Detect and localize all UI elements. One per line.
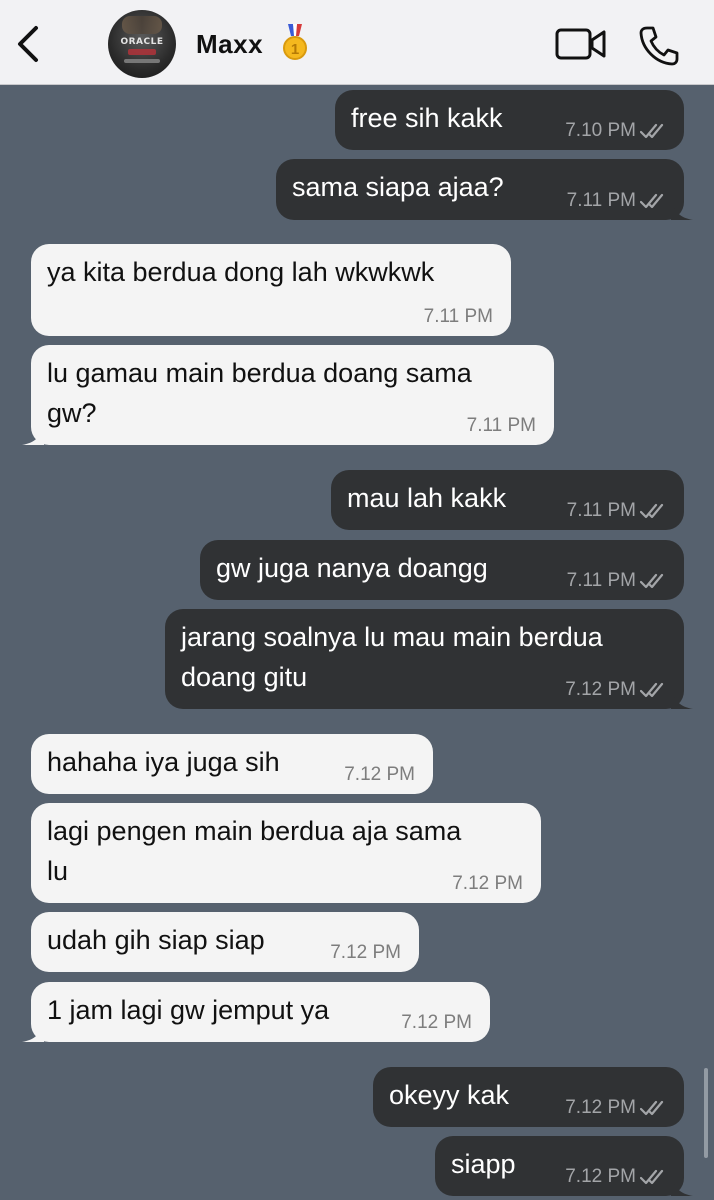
message-time: 7.12 PM: [565, 679, 636, 700]
message-time: 7.12 PM: [330, 942, 401, 963]
message-bubble-incoming[interactable]: lu gamau main berdua doang sama gw? 7.11…: [22, 345, 554, 445]
message-time: 7.12 PM: [565, 1166, 636, 1187]
message-meta: 7.12 PM: [452, 873, 523, 895]
message-time: 7.10 PM: [565, 120, 636, 141]
message-text: lu gamau main berdua doang sama gw?: [47, 358, 472, 428]
message-bubble-incoming[interactable]: lagi pengen main berdua aja sama lu 7.12…: [31, 803, 541, 903]
chevron-left-icon: [18, 26, 38, 62]
message-meta: 7.11 PM: [567, 570, 668, 592]
bubble-tail: [22, 423, 44, 445]
bubble-tail: [671, 198, 693, 220]
message-bubble-outgoing[interactable]: okeyy kak 7.12 PM: [373, 1067, 684, 1127]
avatar-text: ORACLE: [120, 37, 164, 47]
message-meta: 7.12 PM: [565, 1166, 668, 1188]
message-bubble-incoming[interactable]: hahaha iya juga sih 7.12 PM: [31, 734, 433, 794]
chat-header: ORACLE Maxx 1: [0, 0, 714, 85]
message-meta: 7.12 PM: [344, 764, 415, 786]
message-bubble-outgoing[interactable]: mau lah kakk 7.11 PM: [331, 470, 684, 530]
message-bubble-outgoing[interactable]: gw juga nanya doangg 7.11 PM: [200, 540, 684, 600]
message-meta: 7.11 PM: [567, 500, 668, 522]
message-text: ya kita berdua dong lah wkwkwk: [47, 257, 435, 287]
message-time: 7.11 PM: [566, 570, 636, 591]
message-meta: 7.12 PM: [565, 679, 668, 701]
read-receipt-icon: [640, 1100, 664, 1116]
gold-medal-icon: 1: [283, 24, 307, 60]
message-bubble-outgoing[interactable]: sama siapa ajaa? 7.11 PM: [276, 159, 693, 220]
message-time: 7.11 PM: [466, 415, 536, 436]
message-bubble-outgoing[interactable]: siapp 7.12 PM: [435, 1136, 693, 1196]
read-receipt-icon: [640, 123, 664, 139]
message-time: 7.12 PM: [565, 1097, 636, 1118]
bubble-tail: [22, 1020, 44, 1042]
back-button[interactable]: [12, 24, 44, 64]
message-time: 7.12 PM: [344, 764, 415, 785]
read-receipt-icon: [640, 503, 664, 519]
read-receipt-icon: [640, 1169, 664, 1185]
message-meta: 7.10 PM: [565, 120, 668, 142]
voice-call-button[interactable]: [638, 25, 680, 67]
avatar[interactable]: ORACLE: [108, 10, 176, 78]
message-time: 7.12 PM: [401, 1012, 472, 1033]
avatar-photo-detail: [122, 16, 162, 34]
read-receipt-icon: [640, 682, 664, 698]
message-time: 7.12 PM: [452, 873, 523, 894]
message-time: 7.11 PM: [423, 306, 493, 327]
read-receipt-icon: [640, 573, 664, 589]
message-meta: 7.12 PM: [330, 942, 401, 964]
bubble-tail: [671, 687, 693, 709]
message-bubble-outgoing[interactable]: free sih kakk 7.10 PM: [335, 90, 684, 150]
svg-text:1: 1: [291, 41, 299, 58]
message-bubble-outgoing[interactable]: jarang soalnya lu mau main berdua doang …: [165, 609, 693, 709]
message-bubble-incoming[interactable]: 1 jam lagi gw jemput ya 7.12 PM: [22, 982, 490, 1042]
message-meta: 7.12 PM: [401, 1012, 472, 1034]
contact-name[interactable]: Maxx: [196, 29, 263, 60]
message-meta: 7.12 PM: [565, 1097, 668, 1119]
read-receipt-icon: [640, 193, 664, 209]
scrollbar[interactable]: [704, 1068, 708, 1158]
avatar-subtext: [124, 59, 160, 63]
message-bubble-incoming[interactable]: udah gih siap siap 7.12 PM: [31, 912, 419, 972]
message-meta: 7.11 PM: [567, 190, 668, 212]
message-meta: 7.11 PM: [424, 306, 493, 328]
message-bubble-incoming[interactable]: ya kita berdua dong lah wkwkwk 7.11 PM: [31, 244, 511, 336]
message-time: 7.11 PM: [566, 500, 636, 521]
avatar-logo: [128, 49, 156, 55]
phone-icon: [639, 26, 679, 66]
message-time: 7.11 PM: [566, 190, 636, 211]
video-call-button[interactable]: [555, 27, 607, 61]
message-meta: 7.11 PM: [467, 415, 536, 437]
video-camera-icon: [555, 28, 606, 60]
bubble-tail: [671, 1174, 693, 1196]
